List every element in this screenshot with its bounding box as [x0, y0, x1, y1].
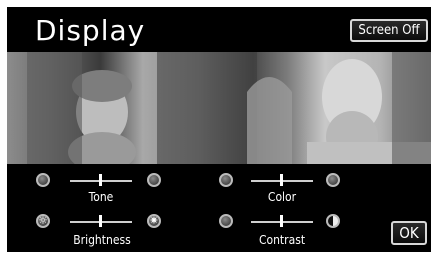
adjustment-panel: Tone Color ☼ ✷ Brightness Contrast OK	[7, 164, 431, 252]
tone-label: Tone	[88, 190, 114, 204]
page-title: Display	[35, 14, 146, 47]
sun-bright-icon: ✷	[149, 214, 159, 227]
tone-decrease-button[interactable]	[36, 173, 50, 187]
contrast-label: Contrast	[258, 233, 306, 247]
header-bar: Display Screen Off	[7, 7, 431, 52]
tone-slider-handle[interactable]	[99, 174, 102, 186]
contrast-decrease-button[interactable]	[219, 214, 233, 228]
color-label: Color	[267, 190, 297, 204]
color-decrease-button[interactable]	[219, 173, 233, 187]
screen-off-button[interactable]: Screen Off	[350, 19, 428, 42]
color-slider-handle[interactable]	[280, 174, 283, 186]
ok-button[interactable]: OK	[391, 221, 427, 245]
brightness-label: Brightness	[73, 233, 131, 247]
contrast-increase-button[interactable]	[326, 214, 340, 228]
display-screen: Display Screen Off Tone Color ☼ ✷ Bright…	[7, 7, 431, 252]
contrast-slider-handle[interactable]	[280, 215, 283, 227]
brightness-slider-handle[interactable]	[99, 215, 102, 227]
preview-image	[7, 52, 431, 164]
color-increase-button[interactable]	[326, 173, 340, 187]
sun-dim-icon: ☼	[38, 214, 48, 227]
tone-increase-button[interactable]	[147, 173, 161, 187]
